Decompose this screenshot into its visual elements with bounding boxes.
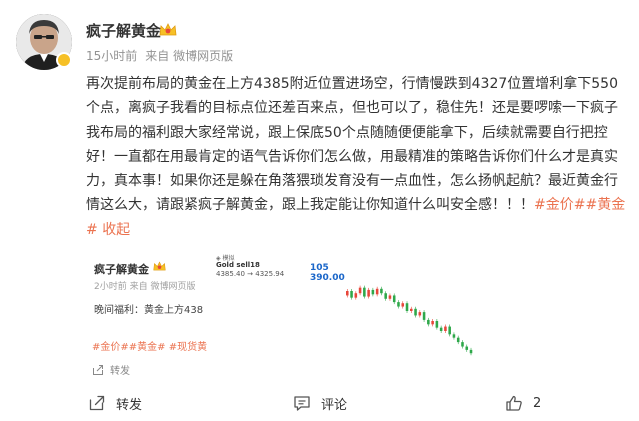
candle-body	[388, 295, 392, 299]
candle-body	[350, 291, 353, 298]
candle-body	[401, 303, 405, 307]
candle-body	[363, 287, 366, 297]
candle-body	[384, 293, 387, 299]
image-trading-chart[interactable]: ◈ 模拟 Gold sell18 4385.40 → 4325.94 105 3…	[212, 247, 482, 377]
candle-body	[456, 337, 460, 343]
candle-body	[435, 321, 439, 328]
like-count: 2	[533, 395, 542, 411]
candle-body	[469, 349, 473, 354]
candle-body	[427, 319, 430, 325]
quote-vip-icon	[153, 261, 166, 271]
candle-body	[410, 308, 413, 311]
like-button[interactable]: 2	[505, 390, 541, 416]
quote-repost-label: 转发	[110, 366, 130, 377]
candle-body	[465, 346, 469, 350]
hashtag-gold-price[interactable]: #金价#	[534, 197, 585, 213]
collapse-link[interactable]: 收起	[102, 222, 130, 238]
quote-meta: 2小时前 来自 微博网页版	[94, 282, 196, 292]
candle-body	[371, 289, 375, 295]
post-time[interactable]: 15小时前	[86, 49, 137, 63]
post-content: 再次提前布局的黄金在上方4385附近位置进场空，行情慢跌到4327位置增利拿下5…	[86, 72, 626, 242]
comment-button[interactable]: 评论	[293, 390, 347, 416]
candle-body	[375, 288, 379, 295]
quote-text: 晚间福利：黄金上方438	[94, 305, 204, 316]
candle-body	[354, 293, 358, 298]
quote-tags: #金价##黄金# #现货黄	[92, 342, 208, 353]
image-screenshot-post[interactable]: 疯子解黄金 2小时前 来自 微博网页版 晚间福利：黄金上方438 #金价##黄金…	[86, 247, 208, 377]
post-body-text: 再次提前布局的黄金在上方4385附近位置进场空，行情慢跌到4327位置增利拿下5…	[86, 76, 618, 214]
comment-icon	[294, 396, 310, 411]
thumbs-up-icon	[506, 395, 522, 411]
chart-price-range: 4385.40 → 4325.94	[216, 270, 285, 278]
candle-body	[439, 327, 443, 331]
candle-body	[452, 334, 456, 338]
candle-body	[397, 302, 400, 307]
post-source: 来自 微博网页版	[145, 49, 234, 63]
candle-body	[431, 321, 434, 325]
candle-body	[461, 342, 464, 347]
candle-body	[392, 295, 396, 303]
candle-body	[418, 312, 422, 316]
repost-label: 转发	[116, 397, 143, 413]
quote-author-name: 疯子解黄金	[94, 263, 149, 276]
comment-label: 评论	[321, 397, 348, 413]
candle-body	[380, 288, 383, 294]
candle-body	[346, 291, 349, 296]
quote-repost-icon	[93, 365, 103, 375]
post-meta: 15小时前 来自 微博网页版	[86, 48, 241, 64]
candle-body	[358, 287, 362, 294]
quote-repost: 转发	[92, 362, 130, 377]
candle-body	[422, 312, 426, 320]
chart-header: ◈ 模拟 Gold sell18 4385.40 → 4325.94 105 3…	[212, 251, 352, 283]
candle-body	[444, 326, 447, 331]
vip-crown-icon[interactable]	[158, 21, 178, 39]
repost-icon	[89, 395, 105, 411]
chart-symbol: Gold sell18	[216, 261, 260, 269]
candlestick-chart	[346, 285, 473, 356]
action-bar: 转发 评论 2	[0, 390, 639, 416]
candle-body	[405, 303, 409, 311]
candle-body	[367, 289, 370, 297]
candle-body	[448, 326, 451, 335]
candle-body	[414, 308, 417, 316]
author-name[interactable]: 疯子解黄金	[86, 22, 161, 40]
verified-badge-icon	[56, 52, 72, 68]
repost-button[interactable]: 转发	[88, 390, 142, 416]
